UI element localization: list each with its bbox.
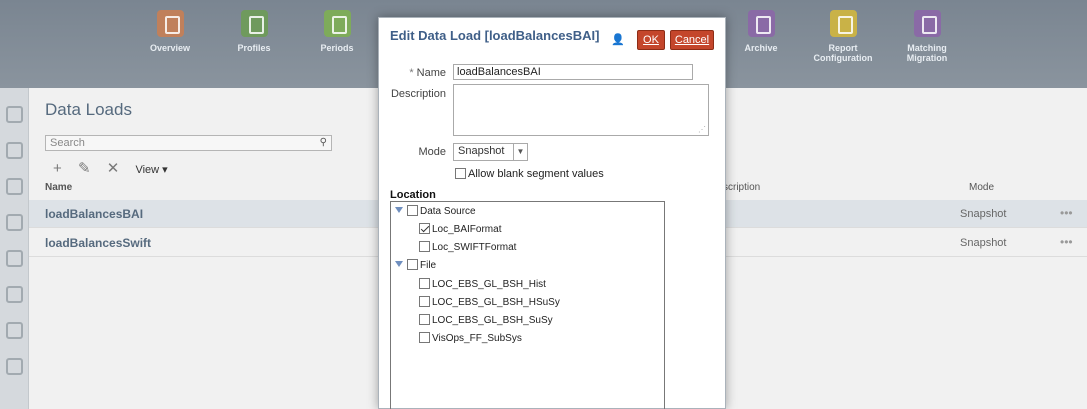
location-title: Location [390,189,436,201]
description-field[interactable]: ⋰ [453,84,709,136]
search-placeholder: Search [50,137,85,149]
nav-tile-label: Profiles [237,43,271,53]
tree-label: Data Source [420,206,476,217]
matching-migration-icon [913,10,941,37]
tree-node-loc-ebs-gl-bsh-susy[interactable]: LOC_EBS_GL_BSH_SuSy [419,314,553,326]
tree-checkbox[interactable] [407,205,418,216]
edit-data-load-dialog: Edit Data Load [loadBalancesBAI] 👤 OK Ca… [378,17,726,409]
dialog-title: Edit Data Load [loadBalancesBAI] [390,28,600,43]
rail-icon-7[interactable] [6,322,23,339]
column-header-name[interactable]: Name [45,182,72,193]
name-label-text: Name [416,67,446,79]
tree-checkbox[interactable] [419,332,430,343]
rail-icon-3[interactable] [6,178,23,195]
overview-icon [156,10,184,37]
rail-icon-8[interactable] [6,358,23,375]
expand-triangle-icon[interactable] [395,261,403,267]
nav-tile-label: Periods [320,43,354,53]
column-header-description[interactable]: scription [723,182,760,193]
left-rail [0,88,29,409]
view-menu-button[interactable]: View ▾ [135,164,167,176]
tree-node-loc-ebs-gl-bsh-hsusy[interactable]: LOC_EBS_GL_BSH_HSuSy [419,296,560,308]
page-title: Data Loads [45,100,132,119]
archive-icon [747,10,775,37]
row-name: loadBalancesSwift [45,236,152,250]
edit-icon[interactable]: ✎ [78,160,91,177]
tree-checkbox[interactable] [419,314,430,325]
name-field[interactable] [453,64,693,80]
nav-tile-periods[interactable]: Periods [302,10,372,53]
nav-tile-label: Overview [149,43,191,53]
tree-checkbox[interactable] [419,241,430,252]
tree-label: LOC_EBS_GL_BSH_HSuSy [432,297,560,308]
more-actions-icon[interactable]: ••• [1060,206,1073,220]
tree-node-loc-baiformat[interactable]: Loc_BAIFormat [419,223,501,235]
chevron-down-icon[interactable]: ▼ [513,144,527,160]
tree-node-visops-ff-subsys[interactable]: VisOps_FF_SubSys [419,332,522,344]
allow-blank-checkbox[interactable] [455,168,466,179]
rail-icon-4[interactable] [6,214,23,231]
row-name: loadBalancesBAI [45,207,144,221]
tree-label: LOC_EBS_GL_BSH_Hist [432,279,546,290]
ok-button[interactable]: OK [637,30,665,50]
tree-checkbox[interactable] [407,259,418,270]
name-label: * Name [389,67,446,79]
nav-tile-report-configuration[interactable]: Report Configuration [808,10,878,63]
rail-icon-1[interactable] [6,106,23,123]
allow-blank-checkbox-row[interactable]: Allow blank segment values [455,168,604,180]
tree-node-loc-ebs-gl-bsh-hist[interactable]: LOC_EBS_GL_BSH_Hist [419,278,546,290]
description-label: Description [390,88,446,100]
cancel-button[interactable]: Cancel [670,30,714,50]
search-input[interactable]: Search ⚲ [45,135,332,151]
location-tree: Data Source Loc_BAIFormat Loc_SWIFTForma… [390,201,665,409]
nav-tile-archive[interactable]: Archive [726,10,796,53]
nav-tile-label: Archive [744,43,778,53]
more-actions-icon[interactable]: ••• [1060,235,1073,249]
tree-checkbox[interactable] [419,278,430,289]
delete-icon[interactable]: ✕ [107,160,120,177]
nav-tile-overview[interactable]: Overview [135,10,205,53]
search-icon[interactable]: ⚲ [320,137,327,148]
expand-triangle-icon[interactable] [395,207,403,213]
profiles-icon [240,10,268,37]
nav-tile-label: Matching Migration [906,43,948,63]
tree-label: LOC_EBS_GL_BSH_SuSy [432,315,553,326]
add-icon[interactable]: + [53,160,62,177]
report-configuration-icon [829,10,857,37]
tree-label: File [420,260,437,271]
tree-label: Loc_SWIFTFormat [432,242,517,253]
tree-node-file[interactable]: File [395,259,436,271]
tree-label: VisOps_FF_SubSys [432,333,522,344]
nav-tile-profiles[interactable]: Profiles [219,10,289,53]
nav-tile-matching-migration[interactable]: Matching Migration [887,10,967,63]
resize-grip-icon[interactable]: ⋰ [698,125,706,134]
tree-label: Loc_BAIFormat [432,224,502,235]
rail-icon-6[interactable] [6,286,23,303]
rail-icon-2[interactable] [6,142,23,159]
row-mode: Snapshot [960,208,1007,220]
tree-checkbox[interactable] [419,296,430,307]
rail-icon-5[interactable] [6,250,23,267]
row-mode: Snapshot [960,237,1007,249]
column-header-mode[interactable]: Mode [969,182,994,193]
periods-icon [323,10,351,37]
tree-node-data-source[interactable]: Data Source [395,205,476,217]
tree-checkbox[interactable] [419,223,430,234]
user-help-icon[interactable]: 👤 [611,33,625,46]
mode-value: Snapshot [458,145,505,157]
mode-label: Mode [418,146,446,158]
required-marker: * [409,67,417,79]
allow-blank-label: Allow blank segment values [468,168,604,180]
tree-node-loc-swiftformat[interactable]: Loc_SWIFTFormat [419,241,516,253]
mode-select[interactable]: Snapshot ▼ [453,143,528,161]
nav-tile-label: Report Configuration [813,43,873,63]
toolbar: + ✎ ✕ View ▾ [53,159,180,177]
